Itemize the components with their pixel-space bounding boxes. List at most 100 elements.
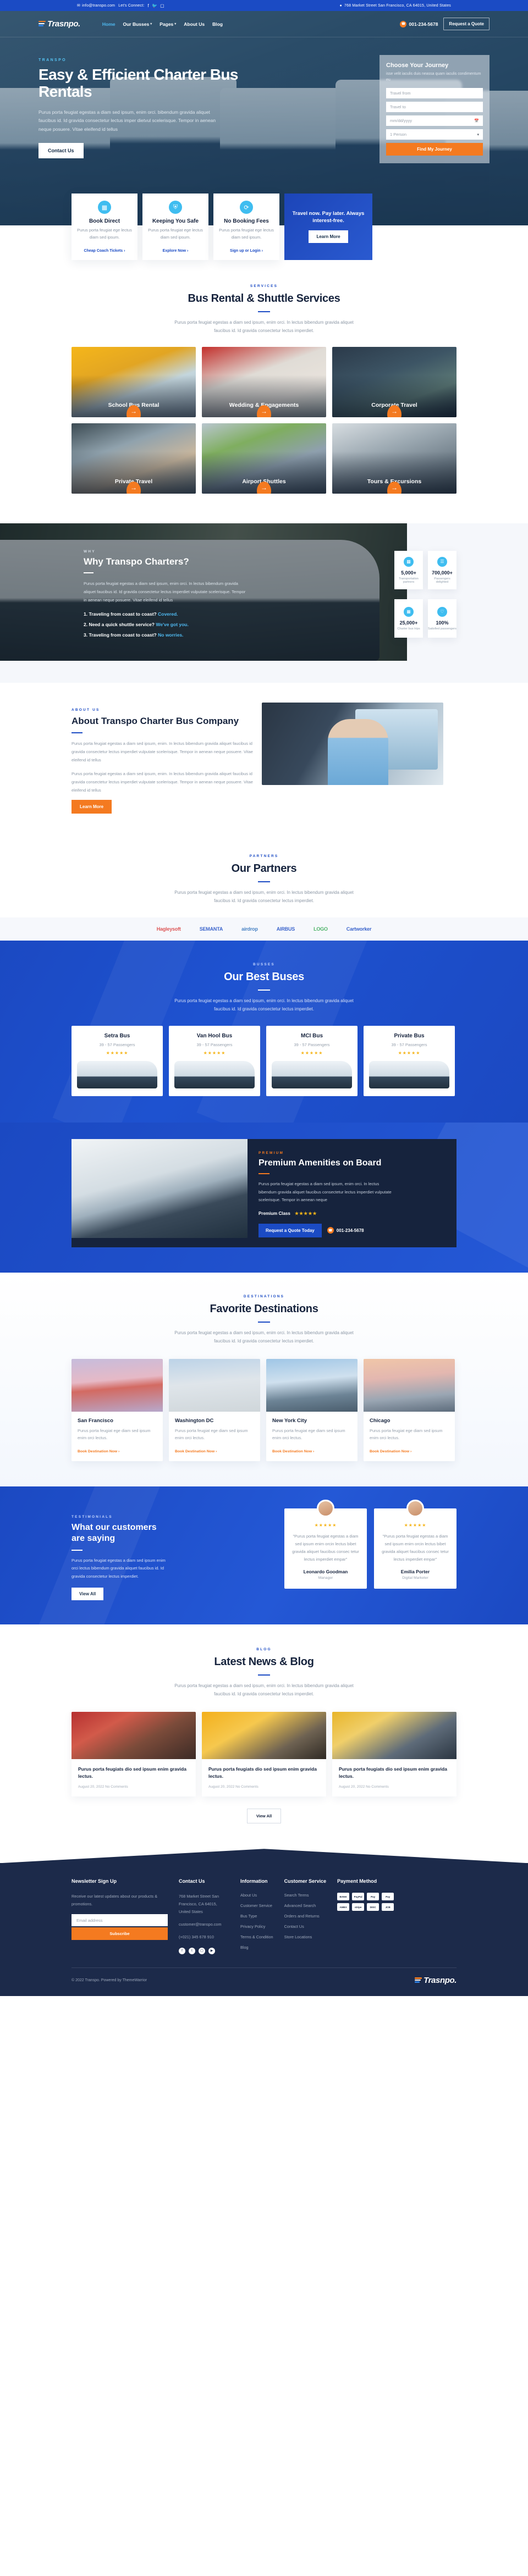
- travel-from-input[interactable]: Travel from: [386, 88, 483, 99]
- testimonials-view-all-button[interactable]: View All: [72, 1587, 104, 1600]
- footer-link-customer-service[interactable]: Customer Service: [240, 1903, 273, 1908]
- travel-date-input[interactable]: mm/dd/yyyy 📅: [386, 115, 483, 126]
- destination-link[interactable]: Book Destination Now ›: [78, 1450, 119, 1453]
- bus-name: MCI Bus: [301, 1032, 323, 1039]
- nav-item-pages[interactable]: Pages ▾: [160, 21, 176, 27]
- find-journey-button[interactable]: Find My Journey: [386, 143, 483, 156]
- why-list-item: 1. Traveling from coast to coast? Covere…: [84, 611, 292, 617]
- bus-card-van-hool[interactable]: Van Hool Bus 39 - 57 Passengers ★★★★★: [169, 1025, 260, 1096]
- feature-card-no-booking-fees[interactable]: ⟳ No Booking Fees Purus porta feugiat eg…: [213, 194, 279, 260]
- service-card-school-bus-rental[interactable]: School Bus Rental →: [72, 347, 196, 418]
- footer-link-contact-us[interactable]: Contact Us: [284, 1924, 327, 1929]
- newsletter-email-input[interactable]: Email address: [72, 1914, 168, 1927]
- information-title: Information: [240, 1878, 268, 1884]
- blog-card[interactable]: Purus porta feugiats dio sed ipsum enim …: [332, 1711, 457, 1797]
- blog-view-all-button[interactable]: View All: [246, 1809, 282, 1824]
- feature-title: Book Direct: [89, 218, 120, 224]
- destination-link[interactable]: Book Destination Now ›: [370, 1450, 411, 1453]
- blog-post-meta: August 20, 2022 No Comments: [208, 1785, 258, 1789]
- amenities-title: Premium Amenities on Board: [258, 1158, 382, 1168]
- service-card-tours-excursions[interactable]: Tours & Excursions →: [332, 423, 457, 494]
- destination-card-washington-dc[interactable]: Washington DC Purus porta feugiat ege di…: [169, 1358, 260, 1462]
- blog-desc: Purus porta feugiat egestas a diam sed i…: [174, 1683, 354, 1697]
- nav-item-about-us[interactable]: About Us: [184, 21, 205, 27]
- destination-card-san-francisco[interactable]: San Francisco Purus porta feugiat ege di…: [72, 1358, 163, 1462]
- instagram-icon[interactable]: ▢: [199, 1947, 205, 1954]
- service-card-airport-shuttles[interactable]: Airport Shuttles →: [202, 423, 326, 494]
- youtube-icon[interactable]: ▶: [208, 1947, 215, 1954]
- bus-card-setra[interactable]: Setra Bus 39 - 57 Passengers ★★★★★: [72, 1025, 163, 1096]
- nav-item-home[interactable]: Home: [102, 21, 116, 27]
- bus-card-private[interactable]: Private Bus 39 - 57 Passengers ★★★★★: [364, 1025, 455, 1096]
- blog-card[interactable]: Purus porta feugiats dio sed ipsum enim …: [72, 1711, 196, 1797]
- about-learn-more-button[interactable]: Learn More: [72, 799, 112, 814]
- nav-item-blog[interactable]: Blog: [212, 21, 223, 27]
- destination-link[interactable]: Book Destination Now ›: [272, 1450, 314, 1453]
- amenities-phone[interactable]: ☎ 001-234-5678: [327, 1227, 364, 1234]
- about-section: ABOUT US About Transpo Charter Bus Compa…: [0, 683, 528, 835]
- about-eyebrow: ABOUT US: [72, 708, 100, 712]
- payment-icon-jcb: JCB: [382, 1903, 394, 1911]
- bus-card-mci[interactable]: MCI Bus 39 - 57 Passengers ★★★★★: [266, 1025, 358, 1096]
- footer-link-about-us[interactable]: About Us: [240, 1893, 273, 1898]
- blog-section: BLOG Latest News & Blog Purus porta feug…: [0, 1624, 528, 1849]
- divider: [258, 881, 270, 883]
- request-quote-button[interactable]: Request a Quote: [443, 18, 490, 30]
- service-card-wedding-engagements[interactable]: Wedding & Engagements →: [202, 347, 326, 418]
- phone-icon: ☎: [400, 20, 407, 27]
- about-image: [262, 703, 443, 786]
- destination-cards: San Francisco Purus porta feugiat ege di…: [72, 1358, 457, 1462]
- destinations-desc: Purus porta feugiat egestas a diam sed i…: [174, 1330, 354, 1344]
- hero-contact-button[interactable]: Contact Us: [38, 142, 84, 158]
- contact-phone[interactable]: (+021) 345 678 910: [179, 1933, 229, 1941]
- travel-to-input[interactable]: Travel to: [386, 102, 483, 113]
- twitter-icon[interactable]: 🐦: [152, 3, 157, 8]
- people-icon: ☰: [437, 556, 447, 567]
- footer-link-store-locations[interactable]: Store Locations: [284, 1934, 327, 1939]
- footer-link-orders-returns[interactable]: Orders and Returns: [284, 1914, 327, 1919]
- feature-card-book-direct[interactable]: ▦ Book Direct Purus porta feugiat ege le…: [72, 194, 138, 260]
- footer-link-advanced-search[interactable]: Advanced Search: [284, 1903, 327, 1908]
- subscribe-button[interactable]: Subscribe: [72, 1927, 168, 1941]
- why-item-highlight: No worries.: [158, 632, 184, 638]
- destination-name: New York City: [272, 1417, 307, 1424]
- footer-link-blog[interactable]: Blog: [240, 1945, 273, 1950]
- footer-link-terms-condition[interactable]: Terms & Condition: [240, 1934, 273, 1939]
- contact-email[interactable]: customer@transpo.com: [179, 1921, 229, 1928]
- twitter-icon[interactable]: t: [189, 1947, 195, 1954]
- feature-link[interactable]: Sign up or Login ›: [230, 249, 263, 253]
- amenities-eyebrow: PREMIUM: [258, 1151, 284, 1155]
- destination-card-new-york-city[interactable]: New York City Purus porta feugiat ege di…: [266, 1358, 358, 1462]
- email-contact[interactable]: ✉ info@transpo.com: [77, 4, 115, 8]
- blog-image: [202, 1711, 326, 1759]
- facebook-icon[interactable]: f: [179, 1947, 185, 1954]
- calendar-icon[interactable]: 📅: [474, 119, 479, 123]
- newsletter-placeholder: Email address: [76, 1917, 103, 1923]
- promo-learn-more-button[interactable]: Learn More: [309, 230, 348, 243]
- service-card-private-travel[interactable]: Private Travel →: [72, 423, 196, 494]
- feature-link[interactable]: Cheap Coach Tickets ›: [84, 249, 125, 253]
- service-card-corporate-travel[interactable]: Corporate Travel →: [332, 347, 457, 418]
- nav-phone[interactable]: ☎ 001-234-5678: [400, 20, 438, 27]
- brand-logo[interactable]: Trasnpo.: [38, 19, 80, 29]
- passengers-value: 1 Person: [390, 132, 407, 137]
- nav-item-our-busses[interactable]: Our Busses ▾: [123, 21, 152, 27]
- stat-caption: Charter bus trips: [397, 627, 420, 631]
- footer-link-bus-type[interactable]: Bus Type: [240, 1914, 273, 1919]
- footer-brand-logo[interactable]: Trasnpo.: [415, 1976, 457, 1985]
- facebook-icon[interactable]: f: [148, 3, 149, 8]
- testimonial-role: Digital Marketer: [402, 1576, 428, 1580]
- bus-passengers: 39 - 57 Passengers: [294, 1042, 330, 1047]
- feature-link[interactable]: Explore Now ›: [163, 249, 189, 253]
- divider: [258, 1674, 270, 1676]
- passengers-select[interactable]: 1 Person ▾: [386, 129, 483, 140]
- destination-link[interactable]: Book Destination Now ›: [175, 1450, 217, 1453]
- footer-link-search-terms[interactable]: Search Terms: [284, 1893, 327, 1898]
- destination-card-chicago[interactable]: Chicago Purus porta feugiat ege diam sed…: [364, 1358, 455, 1462]
- feature-card-keeping-you-safe[interactable]: ⛨ Keeping You Safe Purus porta feugiat e…: [142, 194, 208, 260]
- instagram-icon[interactable]: ▢: [160, 3, 164, 8]
- blog-post-meta: August 20, 2022 No Comments: [339, 1785, 389, 1789]
- blog-card[interactable]: Purus porta feugiats dio sed ipsum enim …: [202, 1711, 326, 1797]
- footer-link-privacy-policy[interactable]: Privacy Policy: [240, 1924, 273, 1929]
- request-quote-today-button[interactable]: Request a Quote Today: [258, 1223, 322, 1237]
